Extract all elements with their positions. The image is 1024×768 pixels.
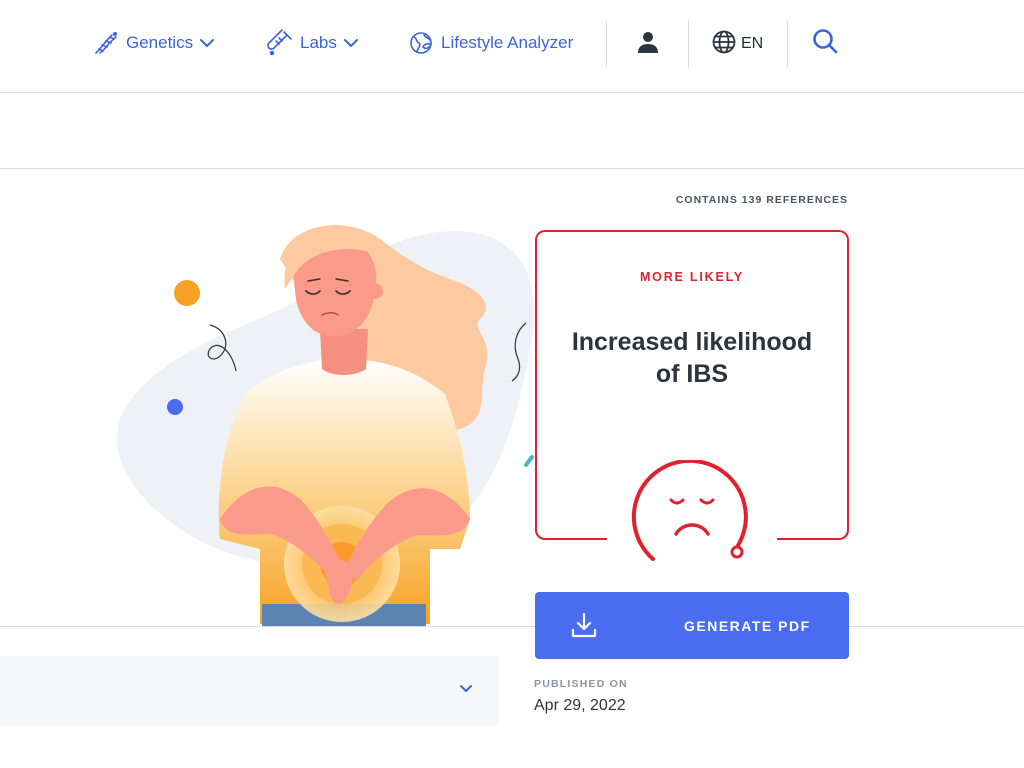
- published-date: Apr 29, 2022: [534, 697, 626, 714]
- section-divider: [0, 626, 1024, 627]
- nav-divider: [787, 20, 788, 68]
- published-label: PUBLISHED ON: [534, 678, 628, 690]
- card-border: [777, 530, 849, 540]
- result-title: Increased likelihood of IBS: [571, 328, 813, 388]
- account-button[interactable]: [632, 28, 664, 60]
- result-tag: MORE LIKELY: [639, 270, 745, 284]
- nav-labs[interactable]: Labs: [266, 26, 359, 60]
- table-of-contents-toggle[interactable]: [0, 656, 499, 726]
- globe-leaf-icon: [407, 29, 435, 57]
- dna-icon: [92, 29, 120, 57]
- secondary-bar: [0, 93, 1024, 169]
- article-hero: CONTAINS 139 REFERENCES: [0, 169, 1024, 626]
- nav-divider: [688, 20, 689, 68]
- search-icon: [811, 27, 839, 60]
- language-label: EN: [741, 35, 764, 52]
- ibs-illustration: [100, 219, 540, 626]
- globe-icon: [711, 29, 737, 60]
- sad-face-icon: [631, 458, 753, 564]
- nav-genetics-label: Genetics: [126, 33, 194, 52]
- generate-pdf-label: GENERATE PDF: [684, 618, 811, 634]
- nav-divider: [606, 20, 607, 68]
- chevron-down-icon: [458, 682, 474, 700]
- user-icon: [635, 29, 661, 60]
- references-count: CONTAINS 139 REFERENCES: [675, 194, 848, 206]
- chevron-down-icon: [199, 37, 215, 49]
- generate-pdf-button[interactable]: GENERATE PDF: [535, 592, 849, 659]
- language-selector[interactable]: EN: [711, 28, 763, 60]
- test-tube-icon: [266, 29, 294, 57]
- search-button[interactable]: [809, 27, 841, 59]
- chevron-down-icon: [343, 37, 359, 49]
- nav-genetics[interactable]: Genetics: [92, 26, 215, 60]
- card-border: [535, 530, 607, 540]
- nav-lifestyle-label: Lifestyle Analyzer: [441, 33, 574, 52]
- nav-labs-label: Labs: [300, 33, 337, 52]
- download-icon: [569, 611, 599, 644]
- nav-lifestyle-analyzer[interactable]: Lifestyle Analyzer: [407, 26, 573, 60]
- top-navigation: Genetics Labs Lifestyle Analyzer EN: [0, 0, 1024, 93]
